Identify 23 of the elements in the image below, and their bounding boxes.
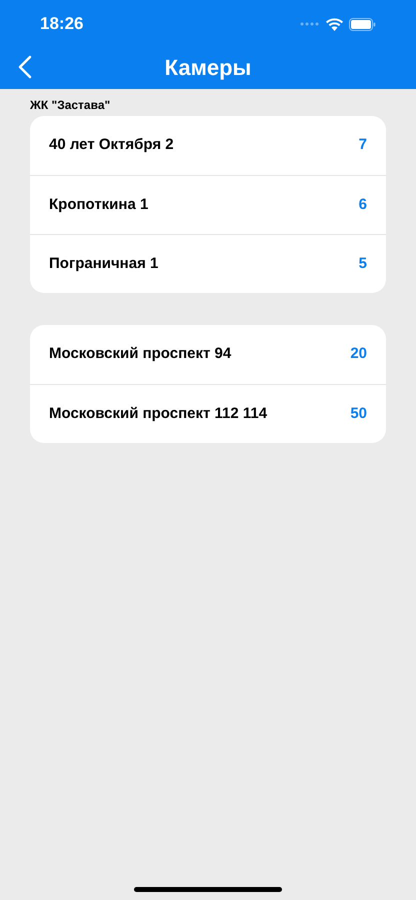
address-label: 40 лет Октября 2 (49, 135, 174, 156)
back-icon (18, 55, 32, 79)
address-label: Московский проспект 112 114 (49, 404, 268, 424)
camera-count: 50 (350, 404, 367, 424)
wifi-icon (326, 18, 343, 30)
screen-title: Камеры (164, 54, 252, 82)
list-row[interactable]: Московский проспект 112 114 50 (30, 384, 386, 443)
back-button[interactable] (16, 53, 34, 81)
list-row[interactable]: 40 лет Октября 2 7 (30, 116, 386, 175)
list-row[interactable]: Пограничная 1 5 (30, 234, 386, 293)
address-label: Московский проспект 94 (49, 344, 232, 364)
camera-count: 20 (350, 344, 367, 364)
camera-count: 7 (358, 135, 367, 156)
signal-icon (300, 22, 320, 26)
status-time: 18:26 (40, 13, 84, 36)
battery-icon (349, 18, 376, 30)
address-label: Кропоткина 1 (49, 194, 148, 215)
address-label: Пограничная 1 (49, 254, 158, 274)
camera-count: 5 (358, 254, 367, 274)
list-row[interactable]: Московский проспект 94 20 (30, 325, 386, 384)
section-header: ЖК "Застава" (30, 97, 112, 113)
list-row[interactable]: Кропоткина 1 6 (30, 175, 386, 234)
camera-count: 6 (358, 194, 367, 215)
